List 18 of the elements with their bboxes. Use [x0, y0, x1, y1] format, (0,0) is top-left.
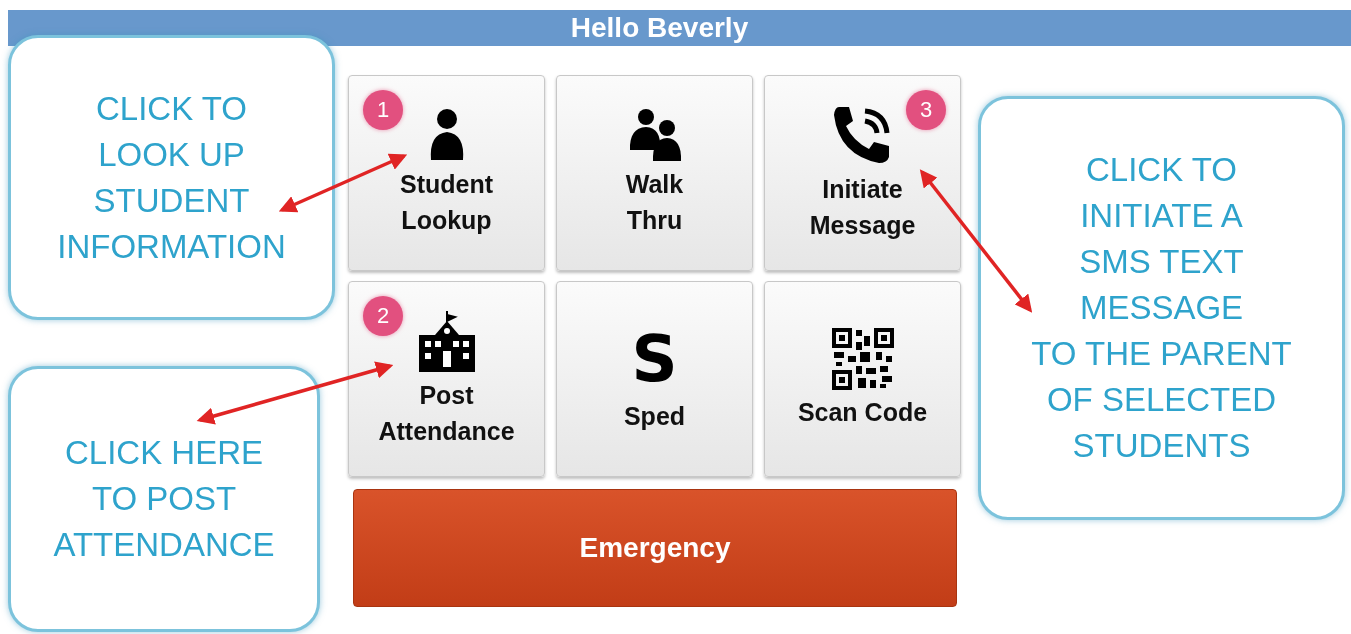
menu-tile-button[interactable]: Scan Code [764, 281, 961, 477]
step-number-badge: 3 [906, 90, 946, 130]
person-icon [428, 108, 465, 162]
emergency-button[interactable]: Emergency [353, 489, 957, 607]
menu-tile-button[interactable]: Walk Thru [556, 75, 753, 271]
callout-text: CLICK TO INITIATE A SMS TEXT MESSAGE TO THE PARENT OF SELECTED STUDENTS [1031, 150, 1292, 466]
step-number-badge: 1 [363, 90, 403, 130]
greeting-title: Hello Beverly [570, 11, 749, 45]
menu-tile-button[interactable]: Initiate Message 3 [764, 75, 961, 271]
qr-code-icon [831, 328, 894, 390]
menu-tile-button[interactable]: Student Lookup 1 [348, 75, 545, 271]
letter-icon: S [631, 324, 678, 394]
step-number-badge: 2 [363, 296, 403, 336]
menu-tile-button[interactable]: Post Attendance 2 [348, 281, 545, 477]
school-icon [416, 309, 477, 373]
callout-text: CLICK HERE TO POST ATTENDANCE [53, 433, 275, 565]
menu-tile-button[interactable]: S Sped [556, 281, 753, 477]
callout-text: CLICK TO LOOK UP STUDENT INFORMATION [57, 88, 286, 267]
